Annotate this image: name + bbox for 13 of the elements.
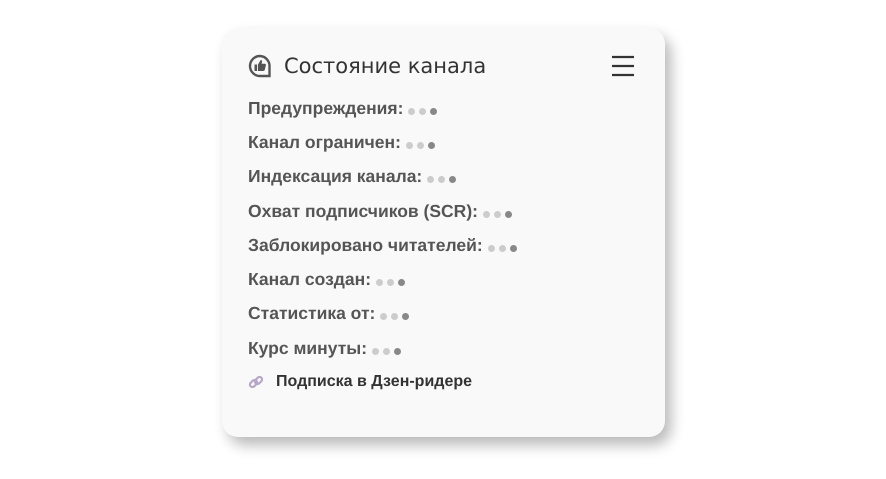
field-label: Предупреждения:	[248, 98, 404, 119]
field-label: Заблокировано читателей:	[248, 234, 483, 256]
field-label: Индексация канала:	[248, 166, 422, 188]
field-label: Статистика от:	[248, 303, 376, 324]
field-label: Охват подписчиков (SCR):	[248, 200, 478, 222]
card-title: Состояние канала	[284, 54, 488, 78]
link-icon	[248, 374, 264, 390]
field-label: Курс минуты:	[248, 338, 368, 359]
field-label: Канал создан:	[248, 269, 372, 290]
thumbs-up-bubble-icon	[248, 54, 272, 78]
menu-icon[interactable]	[611, 55, 635, 77]
subscription-link[interactable]: Подписка в Дзен-ридере	[276, 373, 472, 392]
field-label: Канал ограничен:	[248, 132, 401, 153]
